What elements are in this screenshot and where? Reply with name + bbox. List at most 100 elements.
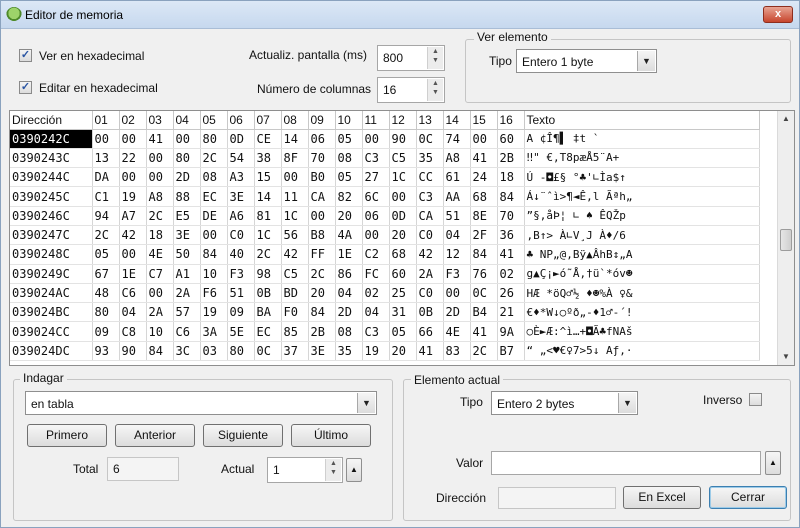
byte-cell[interactable]: 00 [281, 167, 309, 188]
byte-cell[interactable]: 0C [254, 341, 282, 362]
column-header-byte[interactable]: 10 [335, 111, 363, 130]
byte-cell[interactable]: 4A [335, 225, 363, 246]
byte-cell[interactable]: 2D [173, 167, 201, 188]
byte-cell[interactable]: 19 [200, 302, 228, 323]
byte-cell[interactable]: 84 [470, 244, 498, 265]
current-step-icon[interactable]: ▲ [346, 458, 362, 482]
byte-cell[interactable]: 04 [335, 283, 363, 304]
column-header-byte[interactable]: 12 [389, 111, 417, 130]
byte-cell[interactable]: C3 [362, 321, 390, 342]
address-cell[interactable]: 039024CC [10, 321, 93, 342]
column-header-byte[interactable]: 03 [146, 111, 174, 130]
byte-cell[interactable]: B4 [470, 302, 498, 323]
text-cell[interactable]: g▲Ç¡►ó˜Å,†ü`*óv☻ [524, 264, 760, 284]
byte-cell[interactable]: BA [254, 302, 282, 323]
table-row[interactable]: 039024BC 80 04 2A 57 19 09 BA F0 84 2D 04 31 0B 2D B4 21… [10, 302, 760, 323]
byte-cell[interactable]: 2A [146, 302, 174, 323]
refresh-interval-spinner[interactable]: 800 ▲ ▼ [377, 45, 445, 71]
byte-cell[interactable]: 50 [173, 244, 201, 265]
table-row[interactable]: 0390242C 00 00 41 00 80 0D CE 14 06 05 00 90 0C 74 00 60… [10, 129, 760, 149]
byte-cell[interactable]: 98 [254, 264, 282, 284]
byte-cell[interactable]: 25 [389, 283, 417, 304]
byte-cell[interactable]: FC [362, 264, 390, 284]
byte-cell[interactable]: 60 [389, 264, 417, 284]
byte-cell[interactable]: C5 [281, 264, 309, 284]
byte-cell[interactable]: 05 [92, 244, 120, 265]
byte-cell[interactable]: 20 [389, 225, 417, 246]
column-header-byte[interactable]: 05 [200, 111, 228, 130]
byte-cell[interactable]: 37 [281, 341, 309, 362]
byte-cell[interactable]: 00 [389, 186, 417, 207]
byte-cell[interactable]: 2C [146, 206, 174, 226]
byte-cell[interactable]: 1C [254, 225, 282, 246]
byte-cell[interactable]: EC [254, 321, 282, 342]
byte-cell[interactable]: 80 [200, 129, 228, 149]
byte-cell[interactable]: 41 [416, 341, 444, 362]
byte-cell[interactable]: 9A [497, 321, 525, 342]
previous-button[interactable]: Anterior [115, 424, 195, 447]
byte-cell[interactable]: BD [281, 283, 309, 304]
byte-cell[interactable]: 42 [416, 244, 444, 265]
byte-cell[interactable]: 20 [308, 283, 336, 304]
byte-cell[interactable]: 51 [227, 283, 255, 304]
byte-cell[interactable]: 2C [470, 341, 498, 362]
byte-cell[interactable]: 80 [227, 341, 255, 362]
byte-cell[interactable]: C0 [227, 225, 255, 246]
byte-cell[interactable]: CA [416, 206, 444, 226]
table-row[interactable]: 039024AC 48 C6 00 2A F6 51 0B BD 20 04 02 25 C0 00 0C 26… [10, 283, 760, 304]
byte-cell[interactable]: 84 [308, 302, 336, 323]
byte-cell[interactable]: 20 [389, 341, 417, 362]
byte-cell[interactable]: 00 [362, 225, 390, 246]
byte-cell[interactable]: 18 [497, 167, 525, 188]
byte-cell[interactable]: A3 [227, 167, 255, 188]
byte-cell[interactable]: 1E [119, 264, 147, 284]
byte-cell[interactable]: EC [200, 186, 228, 207]
byte-cell[interactable]: 1C [389, 167, 417, 188]
byte-cell[interactable]: 41 [470, 321, 498, 342]
byte-cell[interactable]: 09 [92, 321, 120, 342]
byte-cell[interactable]: 0D [227, 129, 255, 149]
text-cell[interactable]: €♦*W↓○ºð„-♦1♂-´! [524, 302, 760, 323]
text-cell[interactable]: Á↓¨ˆì>¶◄Ê‚l Ãªh„ [524, 186, 760, 207]
byte-cell[interactable]: C0 [416, 225, 444, 246]
inverse-checkbox[interactable] [749, 393, 762, 406]
hex-grid[interactable]: Dirección 01 02 03 04 05 06 07 08 09 10 11 12 13 14 15 1… [9, 110, 795, 366]
column-header-byte[interactable]: 02 [119, 111, 147, 130]
byte-cell[interactable]: 0D [389, 206, 417, 226]
byte-cell[interactable]: 51 [443, 206, 471, 226]
byte-cell[interactable]: 82 [335, 186, 363, 207]
byte-cell[interactable]: 31 [389, 302, 417, 323]
byte-cell[interactable]: 2A [173, 283, 201, 304]
byte-cell[interactable]: 2B [497, 148, 525, 169]
byte-cell[interactable]: 15 [254, 167, 282, 188]
byte-cell[interactable]: 26 [497, 283, 525, 304]
byte-cell[interactable]: 05 [389, 321, 417, 342]
column-header-byte[interactable]: 15 [470, 111, 498, 130]
hex-view-checkbox[interactable]: ✓ [19, 49, 32, 62]
table-row[interactable]: 039024CC 09 C8 10 C6 3A 5E EC 85 2B 08 C3 05 66 4E 41 9A… [10, 321, 760, 342]
byte-cell[interactable]: F6 [200, 283, 228, 304]
byte-cell[interactable]: CA [308, 186, 336, 207]
byte-cell[interactable]: C8 [119, 321, 147, 342]
column-header-byte[interactable]: 01 [92, 111, 120, 130]
byte-cell[interactable]: 00 [362, 129, 390, 149]
byte-cell[interactable]: 93 [92, 341, 120, 362]
byte-cell[interactable]: A6 [227, 206, 255, 226]
byte-cell[interactable]: 02 [497, 264, 525, 284]
byte-cell[interactable]: 70 [497, 206, 525, 226]
byte-cell[interactable]: 83 [443, 341, 471, 362]
address-cell[interactable]: 0390244C [10, 167, 93, 188]
byte-cell[interactable]: B0 [308, 167, 336, 188]
spin-arrows-icon[interactable]: ▲ ▼ [427, 79, 443, 101]
byte-cell[interactable]: 86 [335, 264, 363, 284]
byte-cell[interactable]: F3 [443, 264, 471, 284]
byte-cell[interactable]: 00 [119, 244, 147, 265]
byte-cell[interactable]: 2C [254, 244, 282, 265]
byte-cell[interactable]: 10 [146, 321, 174, 342]
chevron-down-icon[interactable]: ▼ [357, 393, 375, 413]
search-mode-select[interactable]: en tabla ▼ [25, 391, 377, 415]
byte-cell[interactable]: 94 [92, 206, 120, 226]
byte-cell[interactable]: 09 [227, 302, 255, 323]
byte-cell[interactable]: 11 [281, 186, 309, 207]
byte-cell[interactable]: C6 [119, 283, 147, 304]
